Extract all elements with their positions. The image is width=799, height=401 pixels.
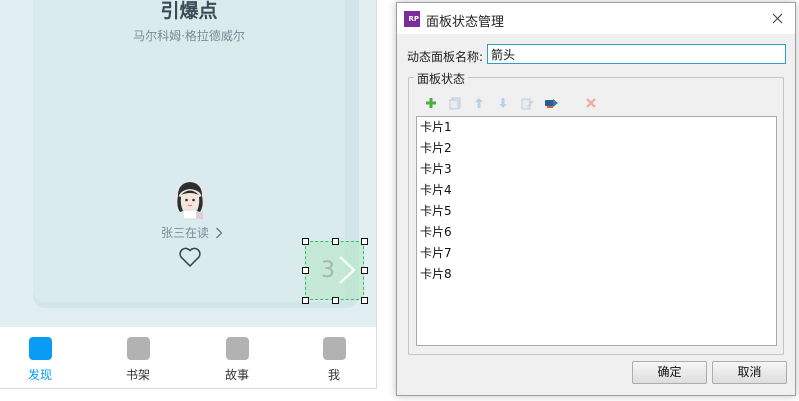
dialog-titlebar[interactable]: RP 面板状态管理 [397,3,795,34]
edit-all-states-button[interactable] [515,94,539,112]
phone-canvas: 引爆点 马尔科姆·格拉德威尔 张三在读 3 发现 书架 故事 我 [0,0,377,389]
panel-number: 3 [321,258,335,283]
chevron-right-icon [216,227,223,238]
reader-status-label: 张三在读 [161,226,210,240]
add-state-button[interactable] [419,94,443,112]
me-icon [322,337,346,360]
tab-bookshelf[interactable]: 书架 [108,337,168,383]
edit-all-icon [521,98,533,109]
discover-icon [28,337,52,360]
panel-name-label: 动态面板名称: [407,50,484,64]
bookshelf-icon [126,337,150,360]
duplicate-icon [449,97,461,109]
ok-button[interactable]: 确定 [632,361,707,384]
axure-rp-icon: RP [404,11,420,27]
delete-state-button[interactable] [579,94,603,112]
dialog-title: 面板状态管理 [426,15,505,30]
panel-state-dialog: RP 面板状态管理 动态面板名称: 面板状态 [396,2,796,396]
states-toolbar [419,94,603,112]
resize-handle-n[interactable] [332,238,339,245]
tab-me-label: 我 [327,368,340,382]
move-down-icon [499,98,507,108]
state-item[interactable]: 卡片1 [417,117,776,138]
add-icon [426,98,436,108]
edit-state-button[interactable] [539,94,563,112]
tab-stories-label: 故事 [224,368,249,382]
move-down-button[interactable] [491,94,515,112]
tab-me[interactable]: 我 [304,337,364,383]
resize-handle-se[interactable] [361,297,368,304]
tab-discover[interactable]: 发现 [10,337,70,383]
delete-icon [586,98,596,108]
tab-discover-label: 发现 [27,368,52,382]
selected-arrow-panel[interactable]: 3 [302,238,368,304]
toolbar-gap [563,94,579,112]
stories-icon [225,337,249,360]
reader-avatar[interactable] [171,178,209,220]
state-item[interactable]: 卡片6 [417,222,776,243]
state-item[interactable]: 卡片2 [417,138,776,159]
state-item[interactable]: 卡片5 [417,201,776,222]
resize-handle-nw[interactable] [302,238,309,245]
panel-states-list[interactable]: 卡片1 卡片2 卡片3 卡片4 卡片5 卡片6 卡片7 卡片8 [416,116,777,346]
move-up-icon [475,98,483,108]
state-item[interactable]: 卡片3 [417,159,776,180]
heart-icon[interactable] [178,246,202,268]
book-author: 马尔科姆·格拉德威尔 [133,29,245,43]
tab-stories[interactable]: 故事 [207,337,267,383]
edit-state-icon [544,99,558,108]
resize-handle-w[interactable] [302,267,309,274]
panel-states-group-title: 面板状态 [414,70,469,87]
tab-bookshelf-label: 书架 [125,368,150,382]
arrow-right-icon [339,256,356,284]
book-title: 引爆点 [160,0,218,22]
state-item[interactable]: 卡片8 [417,264,776,285]
panel-name-input[interactable] [487,44,786,64]
cancel-button[interactable]: 取消 [712,361,787,384]
resize-handle-e[interactable] [361,267,368,274]
close-icon [772,13,782,23]
resize-handle-ne[interactable] [361,238,368,245]
resize-handle-s[interactable] [332,297,339,304]
tab-bar: 发现 书架 故事 我 [0,327,376,388]
state-item[interactable]: 卡片4 [417,180,776,201]
duplicate-state-button[interactable] [443,94,467,112]
resize-handle-sw[interactable] [302,297,309,304]
move-up-button[interactable] [467,94,491,112]
reader-status[interactable]: 张三在读 [161,224,223,241]
state-item[interactable]: 卡片7 [417,243,776,264]
close-button[interactable] [765,7,789,29]
